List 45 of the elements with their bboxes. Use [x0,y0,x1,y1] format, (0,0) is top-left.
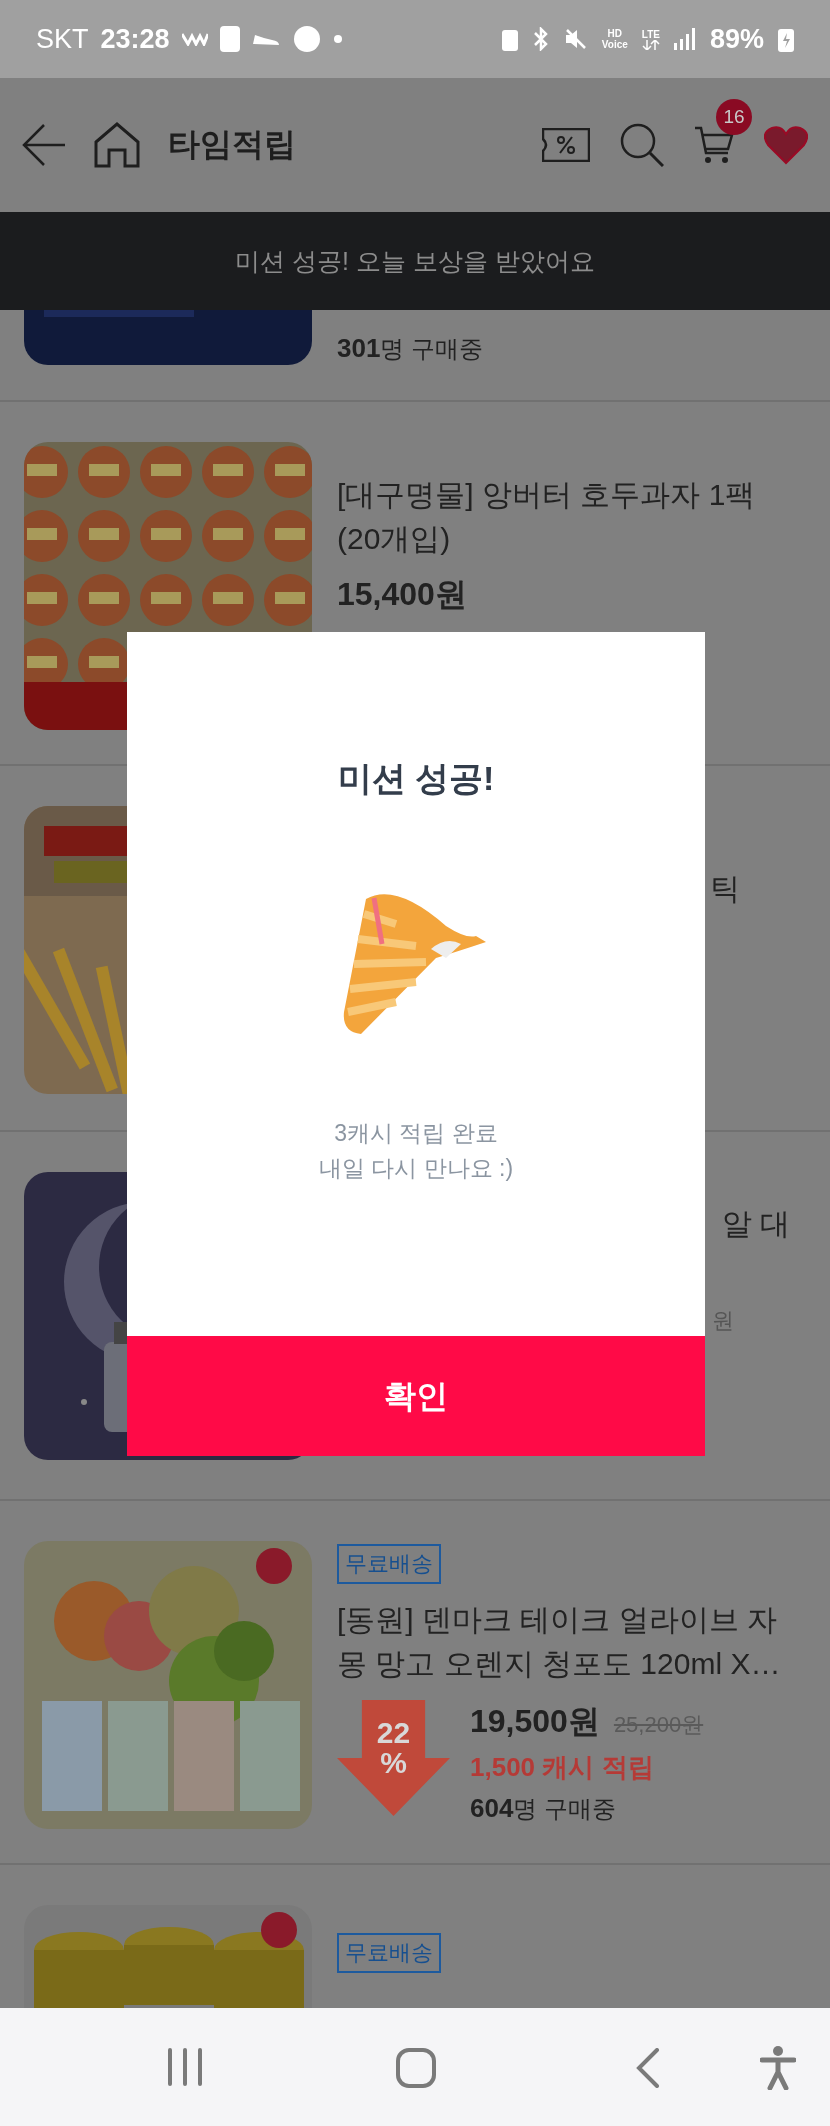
sale-price: 19,500원 [470,1702,600,1741]
percent-sign: % [380,1748,407,1778]
battery-charging-icon [778,26,794,52]
back-icon[interactable] [22,123,66,167]
toast-message: 미션 성공! 오늘 보상을 받았어요 [235,245,595,277]
dialog-title: 미션 성공! [336,758,496,799]
product-title: (20개입) [337,521,452,557]
hd-label: HD [607,28,623,39]
bluetooth-icon [531,27,550,51]
carrier: SKT [36,23,89,55]
discount-rate: 22 [376,1718,411,1748]
accessibility-icon[interactable] [760,2046,796,2090]
data-arrows-icon [641,39,660,50]
back-icon[interactable] [636,2048,660,2088]
cart-count-badge: 16 [716,99,752,135]
page-title: 타임적립 [168,125,296,164]
recent-apps-icon[interactable] [167,2048,203,2086]
home-icon[interactable] [94,122,140,168]
product-title: [대구명물] 앙버터 호두과자 1팩 [337,477,756,513]
buyer-count: 604명 구매중 [470,1793,618,1825]
product-title: [동원] 덴마크 테이크 얼라이브 자 [337,1602,778,1638]
product-title: 틱 [710,871,740,907]
dialog-message: 내일 다시 만나요 :) [318,1154,514,1183]
confirm-button[interactable]: 확인 [127,1336,705,1456]
cash-reward: 1,500 캐시 적립 [470,1751,655,1784]
buyer-count: 301명 구매중 [337,333,484,365]
sale-price: 15,400원 [337,575,468,614]
heart-icon[interactable] [764,125,808,165]
mute-icon [563,27,588,51]
home-button-icon[interactable] [396,2048,436,2088]
search-icon[interactable] [620,123,664,167]
dialog-message: 3캐시 적립 완료 [334,1119,498,1148]
wave-icon [181,32,208,46]
signal-icon [673,28,696,50]
cart-icon[interactable] [694,125,734,165]
voice-label: Voice [601,39,628,50]
free-shipping-tag: 무료배송 [337,1933,441,1973]
product-title: 몽 망고 오렌지 청포도 120ml X… [337,1646,781,1682]
battery-percent: 89% [709,23,764,55]
clock: 23:28 [100,23,170,55]
free-shipping-tag: 무료배송 [337,1544,441,1584]
network-label: LTE [641,28,660,40]
product-title: 알 대 [722,1206,791,1242]
coupon-icon[interactable] [542,128,590,162]
battery-saver-icon [501,27,518,51]
